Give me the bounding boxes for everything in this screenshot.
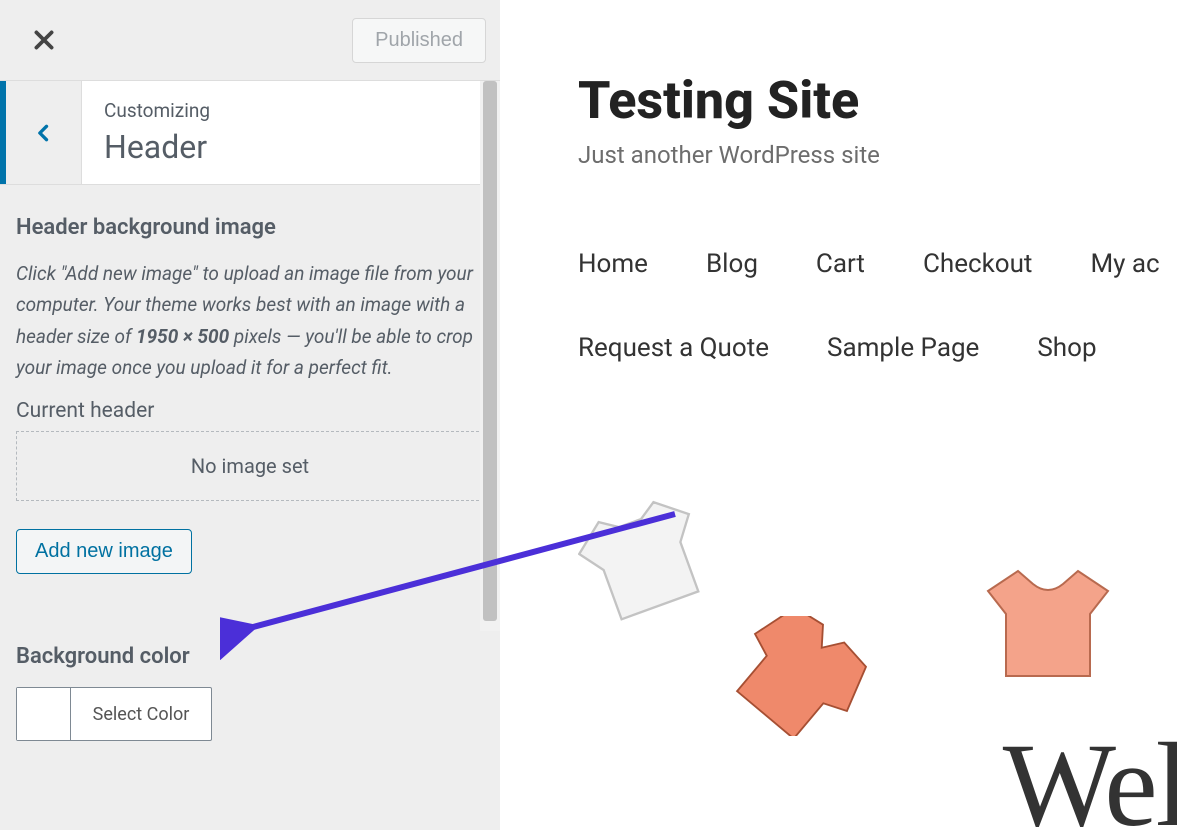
- background-color-heading: Background color: [16, 644, 484, 669]
- header-image-placeholder: No image set: [16, 431, 484, 501]
- site-nav: Home Blog Cart Checkout My ac Request a Quote…: [578, 249, 1177, 363]
- scrollbar-thumb[interactable]: [483, 81, 497, 621]
- nav-item[interactable]: My ac: [1090, 249, 1159, 279]
- header-bg-help: Click "Add new image" to upload an image…: [16, 258, 484, 383]
- close-icon: [31, 27, 57, 53]
- nav-item[interactable]: Checkout: [923, 249, 1032, 279]
- sketch-tshirt-icon: [978, 566, 1118, 686]
- header-bg-heading: Header background image: [16, 215, 484, 240]
- publish-button[interactable]: Published: [352, 18, 486, 63]
- sketch-jacket-icon: [728, 616, 868, 736]
- nav-item[interactable]: Blog: [706, 249, 758, 279]
- close-button[interactable]: [24, 20, 64, 60]
- section-header: Customizing Header: [0, 81, 500, 185]
- hero-welcome-text: Wel: [1003, 716, 1177, 830]
- current-header-label: Current header: [16, 399, 484, 423]
- nav-item[interactable]: Sample Page: [827, 333, 979, 363]
- sidebar-scrollbar[interactable]: [480, 81, 500, 631]
- site-tagline: Just another WordPress site: [578, 141, 1177, 169]
- back-button[interactable]: [0, 81, 82, 184]
- site-title: Testing Site: [578, 70, 1177, 131]
- color-picker[interactable]: Select Color: [16, 687, 212, 741]
- add-new-image-button[interactable]: Add new image: [16, 529, 192, 574]
- nav-item[interactable]: Home: [578, 249, 648, 279]
- site-preview: Testing Site Just another WordPress site…: [500, 0, 1177, 830]
- nav-item[interactable]: Request a Quote: [578, 333, 769, 363]
- section-title: Header: [104, 128, 500, 166]
- customizer-topbar: Published: [0, 0, 500, 81]
- breadcrumb: Customizing: [104, 99, 500, 122]
- sketch-shirt-icon: [578, 486, 728, 636]
- customizer-sidebar: Published Customizing Header Header back…: [0, 0, 500, 830]
- color-swatch: [17, 688, 71, 740]
- section-head-labels: Customizing Header: [82, 81, 500, 184]
- chevron-left-icon: [34, 118, 54, 148]
- customizer-panel: Header background image Click "Add new i…: [0, 185, 500, 830]
- select-color-label: Select Color: [71, 688, 211, 740]
- hero-area: Wel: [578, 486, 1177, 830]
- nav-item[interactable]: Cart: [816, 249, 865, 279]
- nav-item[interactable]: Shop: [1037, 333, 1096, 363]
